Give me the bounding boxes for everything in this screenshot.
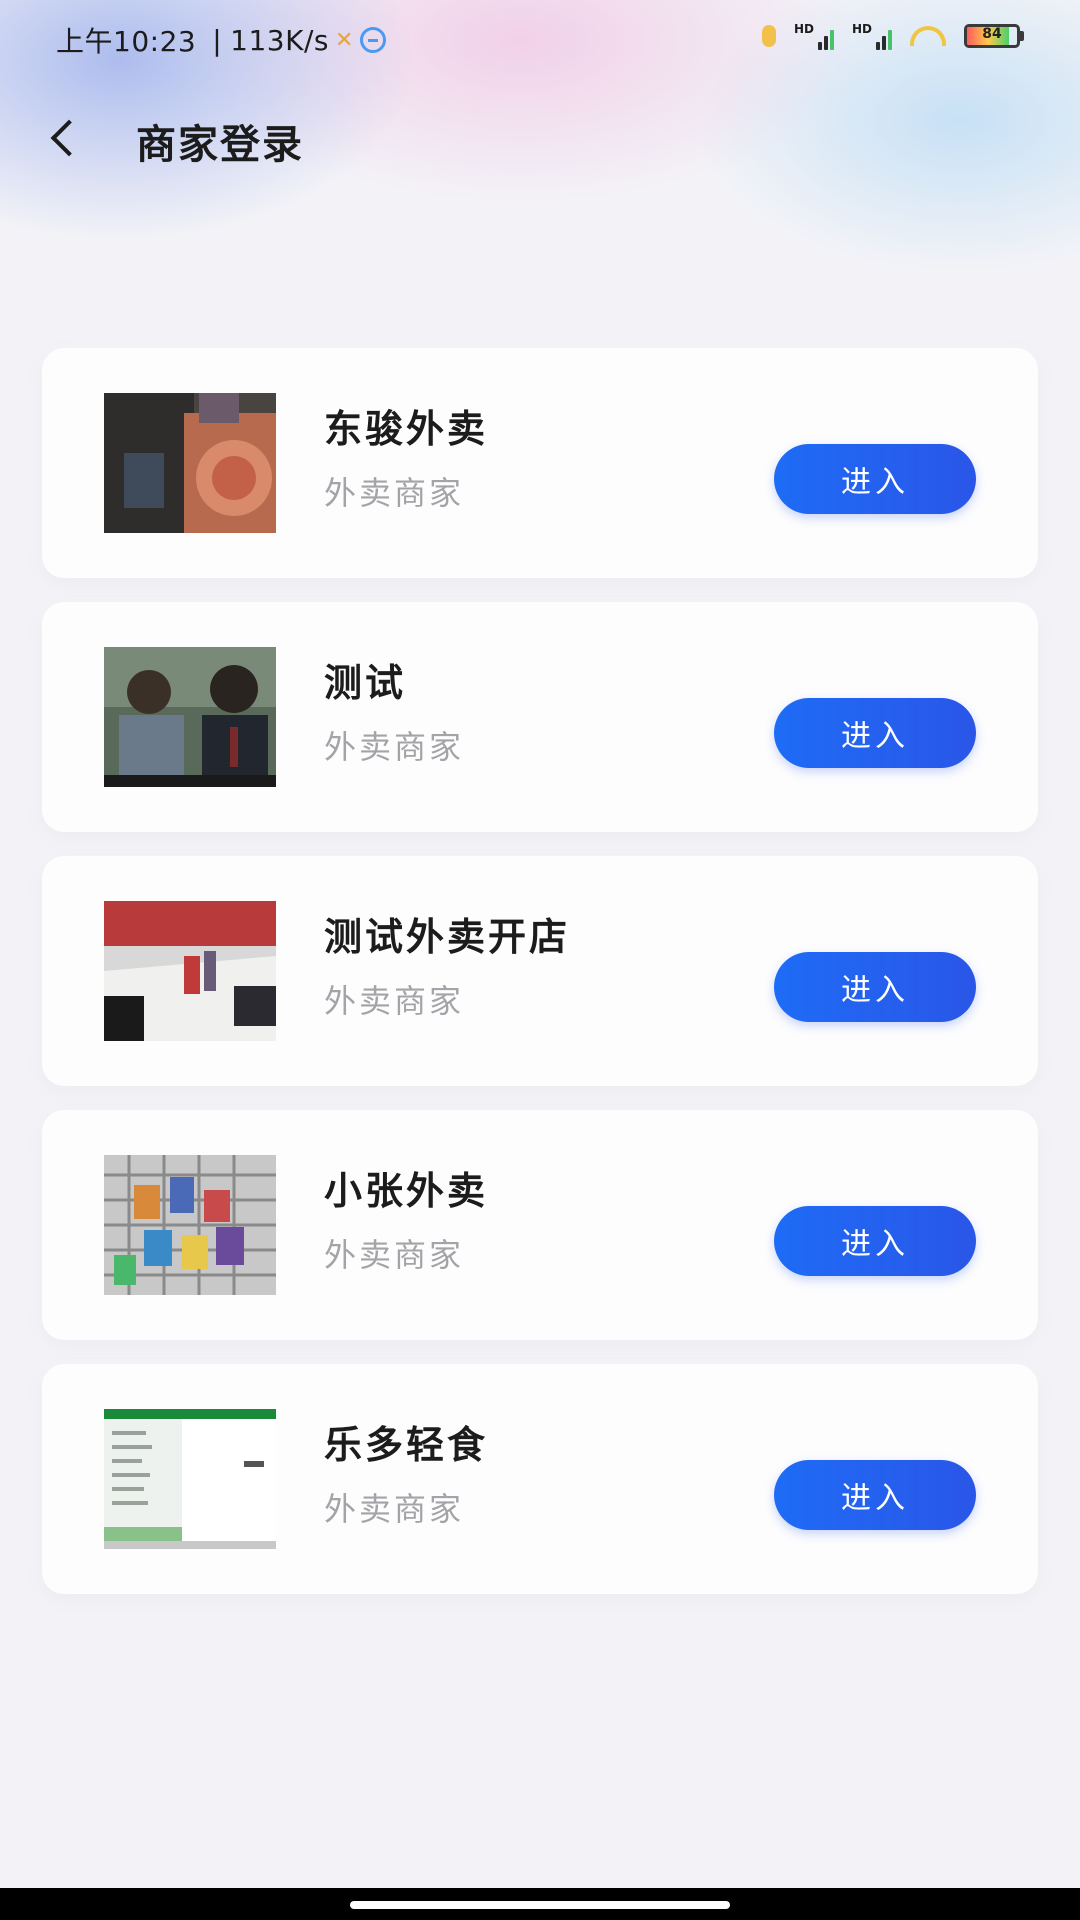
merchant-name: 东骏外卖	[324, 407, 489, 451]
merchant-thumbnail	[104, 393, 276, 533]
enter-button[interactable]: 进入	[774, 444, 976, 514]
status-left: 上午10:23 | 113K/s ✕	[56, 20, 386, 60]
alarm-icon	[761, 25, 776, 47]
signal-hd-label: HD	[793, 22, 814, 36]
home-indicator[interactable]	[350, 1901, 730, 1909]
enter-button[interactable]: 进入	[774, 952, 976, 1022]
enter-button[interactable]: 进入	[774, 698, 976, 768]
signal-icon: HD	[794, 22, 834, 50]
signal-hd-label-2: HD	[851, 22, 872, 36]
merchant-type: 外卖商家	[324, 982, 465, 1020]
merchant-card: 东骏外卖 外卖商家 进入	[42, 348, 1038, 578]
merchant-name: 乐多轻食	[324, 1423, 489, 1467]
merchant-card: 测试 外卖商家 进入	[42, 602, 1038, 832]
enter-button[interactable]: 进入	[774, 1460, 976, 1530]
merchant-type: 外卖商家	[324, 1236, 465, 1274]
back-button[interactable]	[40, 114, 88, 162]
merchant-type: 外卖商家	[324, 1490, 465, 1528]
battery-level: 84	[982, 26, 1002, 42]
page-header: 商家登录	[0, 100, 1080, 176]
signal-icon-2: HD	[852, 22, 892, 50]
notification-x-icon: ✕	[334, 27, 354, 53]
merchant-thumbnail	[104, 901, 276, 1041]
status-separator: |	[212, 23, 223, 57]
merchant-type: 外卖商家	[324, 728, 465, 766]
network-speed: 113K/s	[230, 23, 329, 57]
status-time: 上午10:23	[56, 25, 197, 58]
merchant-thumbnail	[104, 1409, 276, 1549]
merchant-name: 小张外卖	[324, 1169, 489, 1213]
merchant-name: 测试	[324, 661, 407, 705]
merchant-list: 东骏外卖 外卖商家 进入 测试 外卖商家 进入 测试外卖开店 外卖商家 进入 小…	[42, 348, 1038, 1618]
message-icon	[359, 27, 386, 53]
status-bar: 上午10:23 | 113K/s ✕ HD HD 84	[0, 0, 1080, 80]
merchant-card: 乐多轻食 外卖商家 进入	[42, 1364, 1038, 1594]
chevron-left-icon	[50, 119, 88, 157]
wifi-icon	[910, 26, 946, 46]
status-right: HD HD 84	[761, 22, 1024, 50]
battery-icon: 84	[964, 24, 1024, 48]
merchant-name: 测试外卖开店	[324, 915, 571, 959]
page-title: 商家登录	[136, 122, 304, 168]
merchant-thumbnail	[104, 647, 276, 787]
enter-button[interactable]: 进入	[774, 1206, 976, 1276]
merchant-type: 外卖商家	[324, 474, 465, 512]
merchant-card: 测试外卖开店 外卖商家 进入	[42, 856, 1038, 1086]
merchant-thumbnail	[104, 1155, 276, 1295]
merchant-card: 小张外卖 外卖商家 进入	[42, 1110, 1038, 1340]
